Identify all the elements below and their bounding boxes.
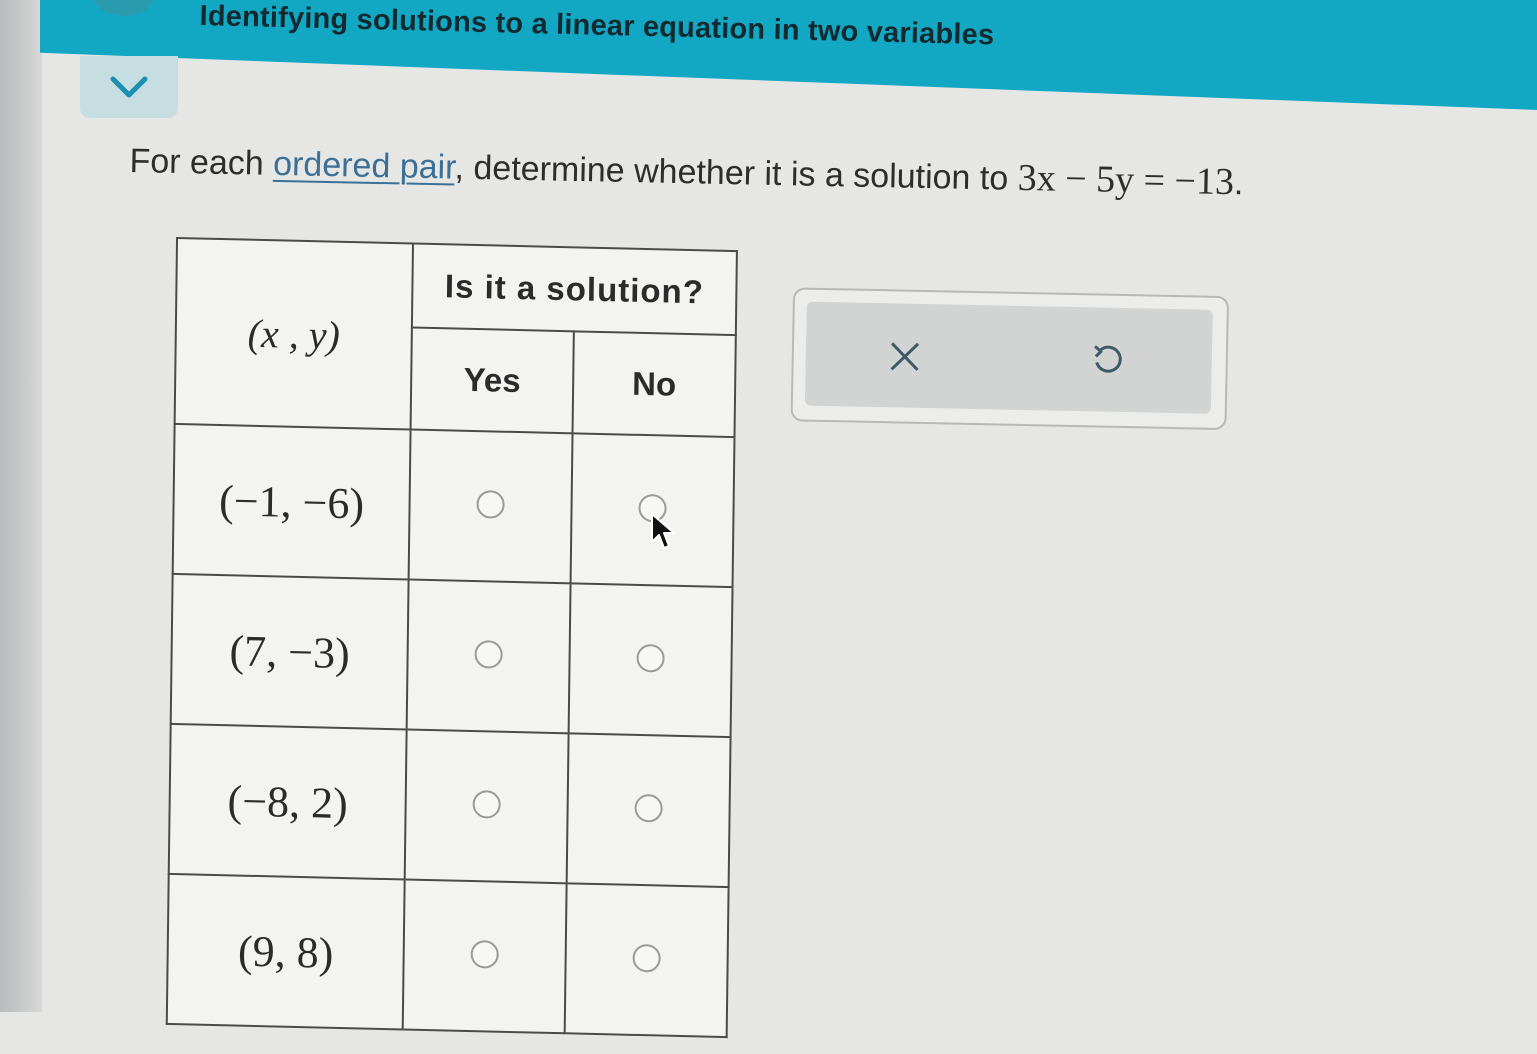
prompt-text-start: For each xyxy=(129,141,274,183)
yes-radio[interactable] xyxy=(476,489,505,519)
no-radio[interactable] xyxy=(636,643,665,673)
equation: 3x − 5y = −13 xyxy=(1017,156,1235,204)
undo-button[interactable] xyxy=(1081,335,1132,386)
no-radio[interactable] xyxy=(634,793,663,823)
mouse-pointer-icon xyxy=(651,513,675,549)
yes-radio[interactable] xyxy=(474,639,503,669)
clear-button[interactable] xyxy=(879,331,930,382)
ordered-pair-cell: (−1, −6) xyxy=(172,423,411,580)
prompt-period: . xyxy=(1233,164,1244,203)
table-row: (9, 8) xyxy=(166,873,729,1038)
no-radio[interactable] xyxy=(632,943,661,973)
ordered-pair-cell: (7, −3) xyxy=(170,573,409,730)
table-row: (−8, 2) xyxy=(168,723,731,888)
yes-column-header: Yes xyxy=(410,327,574,434)
yes-radio[interactable] xyxy=(470,939,499,969)
answer-table: (x , y) Is it a solution? Yes No (−1, −6… xyxy=(165,236,738,1039)
question-prompt: For each ordered pair, determine whether… xyxy=(129,138,1244,204)
answer-toolbox xyxy=(790,287,1230,431)
pair-column-header: (x , y) xyxy=(174,237,413,430)
undo-icon xyxy=(1094,345,1122,373)
prompt-text-middle: , determine whether it is a solution to xyxy=(454,148,1019,198)
clear-icon xyxy=(890,342,920,371)
yes-radio[interactable] xyxy=(472,789,501,819)
table-row: (7, −3) xyxy=(170,573,733,738)
table-row: (−1, −6) xyxy=(172,423,735,588)
ordered-pair-link[interactable]: ordered pair xyxy=(273,145,455,187)
ordered-pair-cell: (−8, 2) xyxy=(168,723,407,880)
no-column-header: No xyxy=(572,331,736,438)
ordered-pair-cell: (9, 8) xyxy=(166,873,405,1030)
solution-column-header: Is it a solution? xyxy=(411,243,737,336)
